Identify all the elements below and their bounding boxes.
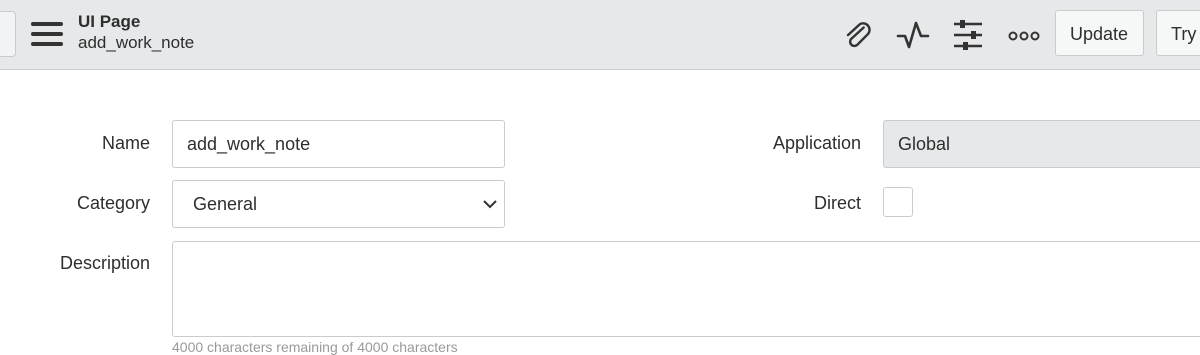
name-field[interactable]: add_work_note (172, 120, 505, 168)
activity-icon[interactable] (896, 18, 930, 52)
direct-label: Direct (813, 193, 861, 213)
char-counter: 4000 characters remaining of 4000 charac… (172, 339, 458, 355)
record-name-label: add_work_note (78, 33, 195, 52)
record-title: UI Page add_work_note (78, 12, 194, 54)
chevron-down-icon (483, 200, 497, 209)
hamburger-menu-icon[interactable] (31, 22, 63, 46)
try-button[interactable]: Try (1156, 10, 1200, 56)
application-label: Application (772, 133, 861, 153)
back-tab[interactable] (0, 11, 16, 57)
direct-checkbox[interactable] (883, 187, 913, 217)
record-type-label: UI Page (78, 12, 141, 31)
more-options-icon[interactable] (1007, 18, 1041, 52)
category-selected-value: General (193, 194, 258, 214)
update-button[interactable]: Update (1055, 10, 1144, 56)
paperclip-icon[interactable] (841, 18, 875, 52)
category-select[interactable]: General (172, 180, 505, 228)
category-label: Category (76, 193, 150, 213)
application-field: Global (883, 120, 1200, 168)
form-header: UI Page add_work_note Update Try (0, 0, 1200, 70)
description-textarea[interactable] (172, 241, 1200, 337)
name-label: Name (101, 133, 150, 153)
description-label: Description (59, 253, 150, 273)
sliders-icon[interactable] (951, 18, 985, 52)
